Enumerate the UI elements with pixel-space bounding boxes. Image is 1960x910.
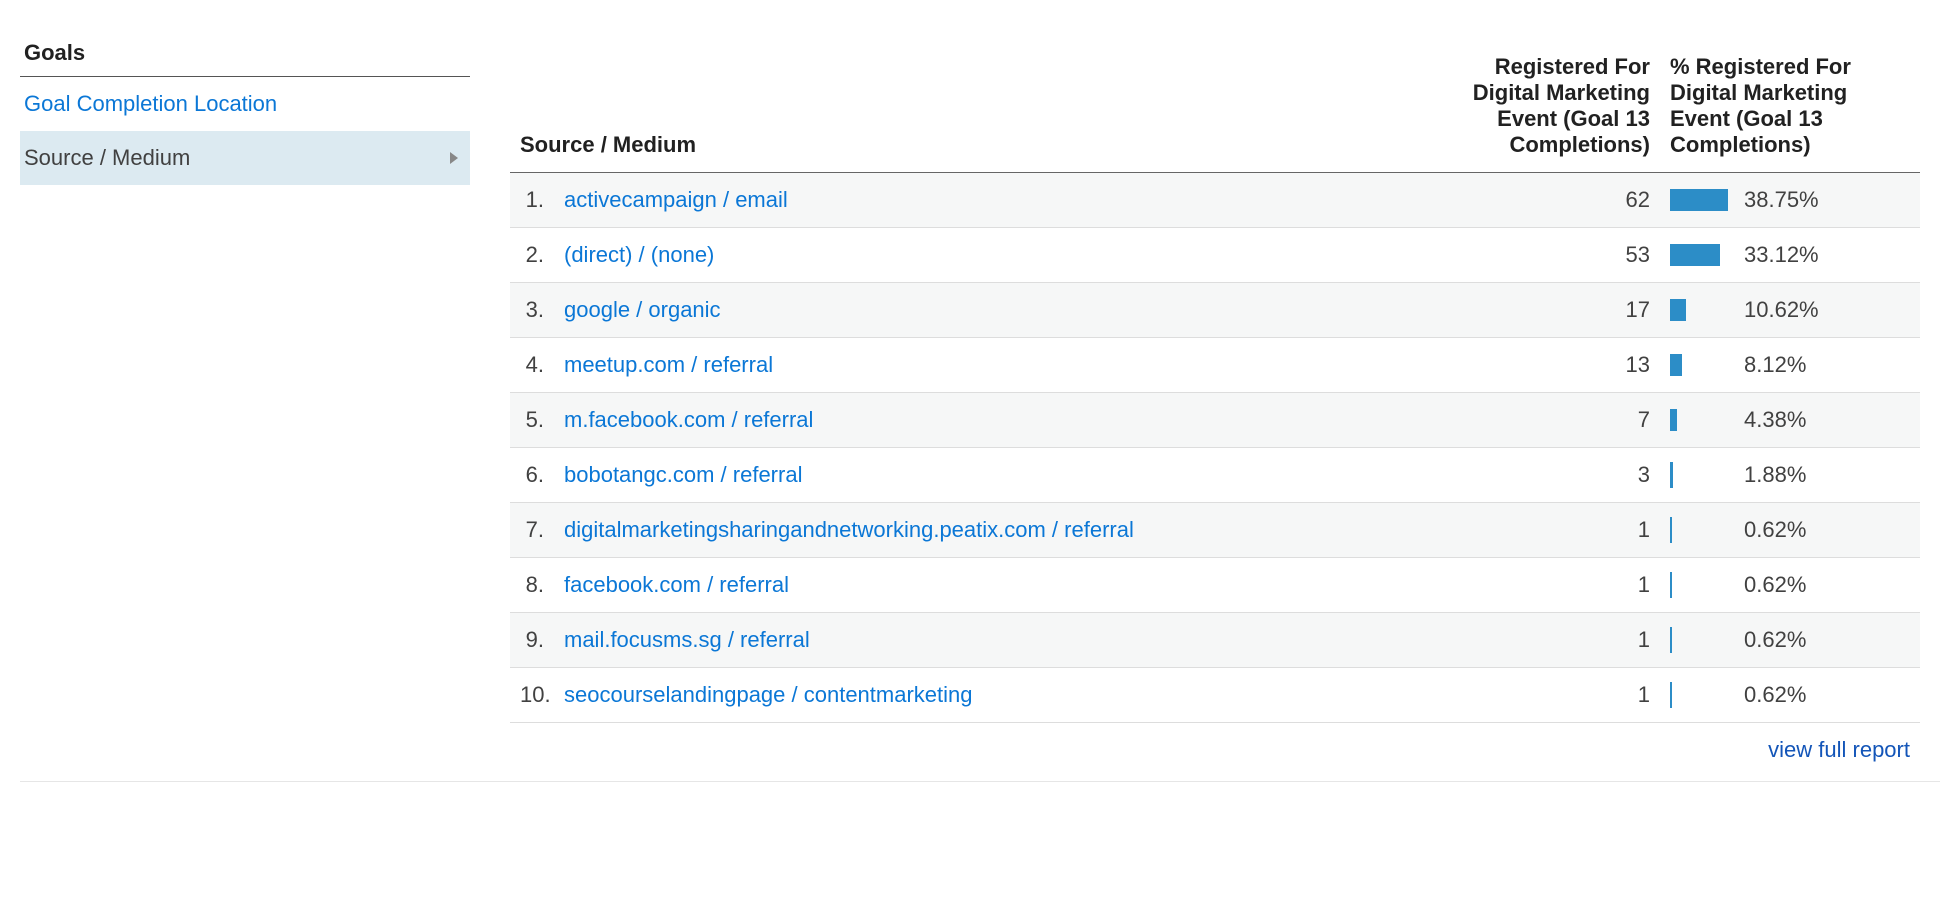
pct-label: 0.62%	[1744, 682, 1806, 708]
source-medium-link[interactable]: google / organic	[564, 297, 721, 322]
table-row: 7. digitalmarketingsharingandnetworking.p…	[510, 503, 1920, 558]
row-rank: 5.	[510, 393, 554, 448]
row-completion-pct: 4.38%	[1660, 393, 1920, 448]
pct-label: 1.88%	[1744, 462, 1806, 488]
header-source-medium[interactable]: Source / Medium	[510, 40, 1460, 173]
pct-label: 33.12%	[1744, 242, 1819, 268]
row-completion-pct: 33.12%	[1660, 228, 1920, 283]
pct-bar	[1670, 189, 1728, 211]
pct-bar	[1670, 354, 1682, 376]
row-completion-count: 1	[1460, 613, 1660, 668]
table-header-row: Source / Medium Registered For Digital M…	[510, 40, 1920, 173]
row-source-medium: meetup.com / referral	[554, 338, 1460, 393]
table-row: 2. (direct) / (none) 53 33.12%	[510, 228, 1920, 283]
source-medium-link[interactable]: seocourselandingpage / contentmarketing	[564, 682, 973, 707]
source-medium-link[interactable]: meetup.com / referral	[564, 352, 773, 377]
row-source-medium: bobotangc.com / referral	[554, 448, 1460, 503]
table-row: 9. mail.focusms.sg / referral 1 0.62%	[510, 613, 1920, 668]
table-row: 4. meetup.com / referral 13 8.12%	[510, 338, 1920, 393]
row-completion-count: 7	[1460, 393, 1660, 448]
sidebar-item-goal-completion-location[interactable]: Goal Completion Location	[20, 77, 470, 131]
row-rank: 8.	[510, 558, 554, 613]
row-completion-pct: 0.62%	[1660, 668, 1920, 723]
source-medium-link[interactable]: digitalmarketingsharingandnetworking.pea…	[564, 517, 1134, 542]
pct-bar	[1670, 572, 1672, 598]
chevron-right-icon	[450, 152, 458, 164]
sidebar-title: Goals	[20, 40, 470, 77]
sidebar-item-label: Goal Completion Location	[24, 91, 277, 117]
pct-bar	[1670, 299, 1686, 321]
row-source-medium: mail.focusms.sg / referral	[554, 613, 1460, 668]
row-completion-count: 62	[1460, 173, 1660, 228]
pct-bar	[1670, 244, 1720, 266]
row-rank: 3.	[510, 283, 554, 338]
table-row: 5. m.facebook.com / referral 7 4.38%	[510, 393, 1920, 448]
table-row: 6. bobotangc.com / referral 3 1.88%	[510, 448, 1920, 503]
row-completion-pct: 0.62%	[1660, 558, 1920, 613]
table-row: 1. activecampaign / email 62 38.75%	[510, 173, 1920, 228]
bottom-divider	[20, 781, 1940, 782]
row-completion-count: 1	[1460, 503, 1660, 558]
header-goal-completions[interactable]: Registered For Digital Marketing Event (…	[1460, 40, 1660, 173]
row-source-medium: seocourselandingpage / contentmarketing	[554, 668, 1460, 723]
row-rank: 9.	[510, 613, 554, 668]
report-table: Source / Medium Registered For Digital M…	[510, 40, 1920, 723]
row-rank: 10.	[510, 668, 554, 723]
row-source-medium: (direct) / (none)	[554, 228, 1460, 283]
pct-bar	[1670, 409, 1677, 431]
view-full-report-link[interactable]: view full report	[1768, 737, 1910, 762]
pct-label: 8.12%	[1744, 352, 1806, 378]
pct-label: 0.62%	[1744, 517, 1806, 543]
row-completion-pct: 8.12%	[1660, 338, 1920, 393]
pct-bar	[1670, 627, 1672, 653]
source-medium-link[interactable]: m.facebook.com / referral	[564, 407, 813, 432]
pct-label: 4.38%	[1744, 407, 1806, 433]
source-medium-link[interactable]: bobotangc.com / referral	[564, 462, 802, 487]
row-completion-pct: 10.62%	[1660, 283, 1920, 338]
row-completion-count: 3	[1460, 448, 1660, 503]
row-completion-pct: 38.75%	[1660, 173, 1920, 228]
row-completion-count: 1	[1460, 668, 1660, 723]
sidebar-item-label: Source / Medium	[24, 145, 190, 171]
pct-bar	[1670, 462, 1673, 488]
source-medium-link[interactable]: (direct) / (none)	[564, 242, 714, 267]
row-rank: 6.	[510, 448, 554, 503]
table-row: 3. google / organic 17 10.62%	[510, 283, 1920, 338]
source-medium-link[interactable]: activecampaign / email	[564, 187, 788, 212]
row-source-medium: digitalmarketingsharingandnetworking.pea…	[554, 503, 1460, 558]
row-source-medium: m.facebook.com / referral	[554, 393, 1460, 448]
row-completion-count: 17	[1460, 283, 1660, 338]
pct-label: 38.75%	[1744, 187, 1819, 213]
row-rank: 2.	[510, 228, 554, 283]
row-source-medium: activecampaign / email	[554, 173, 1460, 228]
report-main: Source / Medium Registered For Digital M…	[510, 40, 1940, 763]
row-completion-pct: 1.88%	[1660, 448, 1920, 503]
row-source-medium: google / organic	[554, 283, 1460, 338]
row-rank: 7.	[510, 503, 554, 558]
pct-label: 0.62%	[1744, 627, 1806, 653]
row-completion-count: 13	[1460, 338, 1660, 393]
table-row: 8. facebook.com / referral 1 0.62%	[510, 558, 1920, 613]
row-source-medium: facebook.com / referral	[554, 558, 1460, 613]
pct-bar	[1670, 682, 1672, 708]
pct-label: 0.62%	[1744, 572, 1806, 598]
row-completion-pct: 0.62%	[1660, 503, 1920, 558]
header-goal-completions-pct[interactable]: % Registered For Digital Marketing Event…	[1660, 40, 1920, 173]
row-completion-count: 53	[1460, 228, 1660, 283]
sidebar: Goals Goal Completion Location Source / …	[20, 40, 470, 763]
pct-bar	[1670, 517, 1672, 543]
row-rank: 1.	[510, 173, 554, 228]
source-medium-link[interactable]: facebook.com / referral	[564, 572, 789, 597]
row-completion-pct: 0.62%	[1660, 613, 1920, 668]
pct-label: 10.62%	[1744, 297, 1819, 323]
row-rank: 4.	[510, 338, 554, 393]
row-completion-count: 1	[1460, 558, 1660, 613]
sidebar-item-source-medium[interactable]: Source / Medium	[20, 131, 470, 185]
table-row: 10. seocourselandingpage / contentmarketi…	[510, 668, 1920, 723]
source-medium-link[interactable]: mail.focusms.sg / referral	[564, 627, 810, 652]
